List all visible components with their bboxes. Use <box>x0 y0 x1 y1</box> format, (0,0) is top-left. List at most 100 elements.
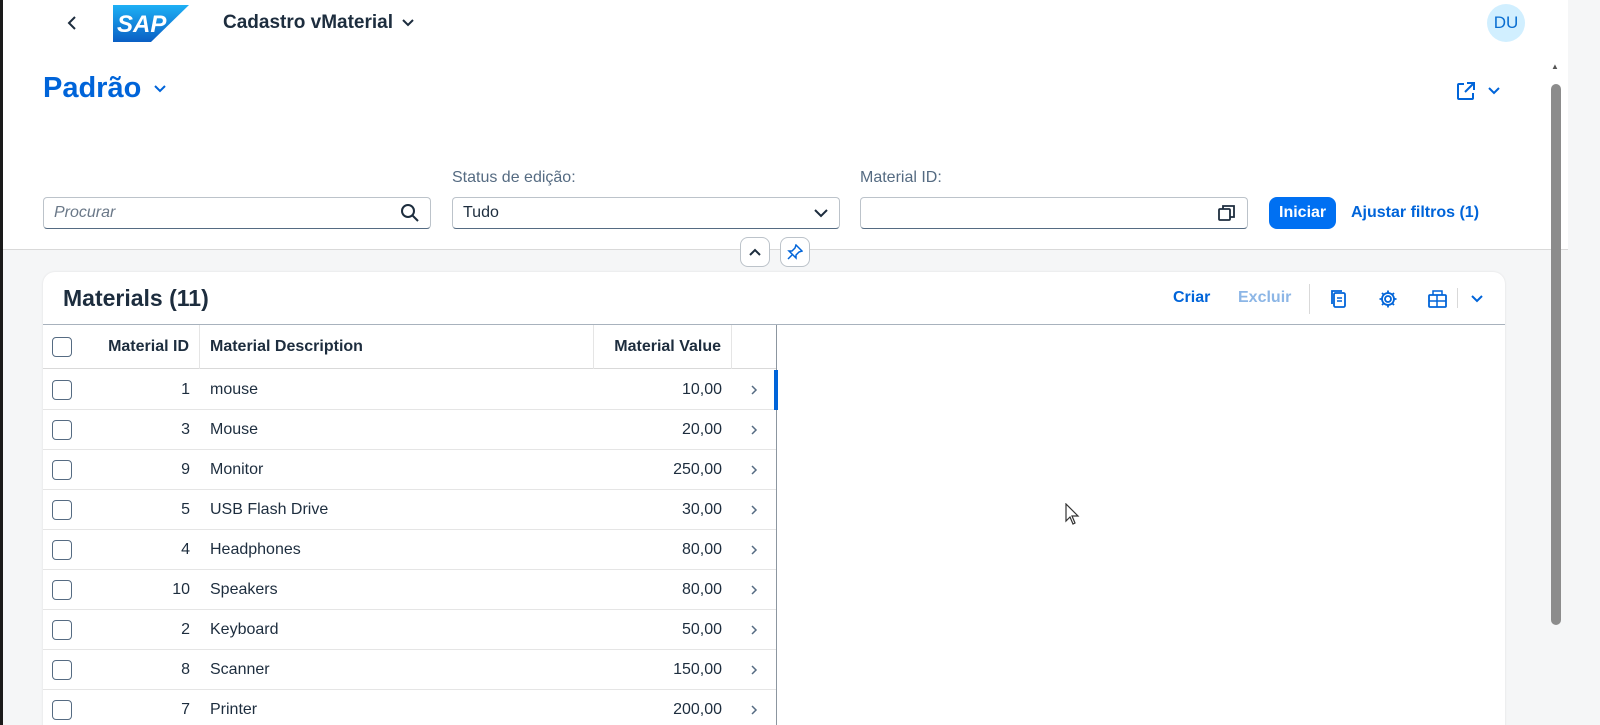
sap-logo: SAP <box>113 5 189 42</box>
row-navigation[interactable] <box>732 544 776 556</box>
table-row[interactable]: 5 USB Flash Drive 30,00 <box>43 490 776 530</box>
scroll-up-arrow-icon[interactable]: ▲ <box>1551 62 1559 71</box>
material-description-cell: USB Flash Drive <box>210 500 329 518</box>
row-select-cell <box>43 419 81 440</box>
app-title-menu[interactable]: Cadastro vMaterial <box>223 12 415 34</box>
material-id-cell: 8 <box>181 660 190 678</box>
material-description-cell: Mouse <box>210 420 259 438</box>
material-id-cell: 10 <box>172 580 190 598</box>
table-row[interactable]: 1 mouse 10,00 <box>43 369 778 410</box>
table-row[interactable]: 8 Scanner 150,00 <box>43 650 776 690</box>
material-description-cell: Keyboard <box>210 620 279 638</box>
scrollbar-thumb[interactable] <box>1551 84 1561 625</box>
go-button[interactable]: Iniciar <box>1269 197 1337 229</box>
chevron-right-icon <box>751 704 758 715</box>
row-navigation[interactable] <box>732 584 776 596</box>
material-id-cell: 4 <box>181 540 190 558</box>
materials-table: Material ID Material Description Materia… <box>43 324 1505 725</box>
header-controls <box>740 237 810 267</box>
status-filter-select[interactable]: Tudo <box>452 197 840 229</box>
avatar[interactable]: DU <box>1487 4 1525 42</box>
row-checkbox[interactable] <box>52 499 72 520</box>
row-checkbox[interactable] <box>52 619 72 640</box>
value-help-icon[interactable] <box>1217 203 1237 223</box>
search-placeholder: Procurar <box>54 204 116 221</box>
row-select-cell <box>43 619 81 640</box>
chevron-right-icon <box>751 424 758 435</box>
chevron-down-icon <box>1471 295 1483 303</box>
adapt-filters-link[interactable]: Ajustar filtros (1) <box>1351 204 1479 222</box>
chevron-right-icon <box>751 584 758 595</box>
material-description-cell: Headphones <box>210 540 301 558</box>
row-select-cell <box>43 659 81 680</box>
delete-button[interactable]: Excluir <box>1238 289 1291 307</box>
material-description-cell: Scanner <box>210 660 270 678</box>
row-navigation[interactable] <box>732 664 776 676</box>
chevron-right-icon <box>751 504 758 515</box>
column-header-value[interactable]: Material Value <box>594 324 732 369</box>
row-checkbox[interactable] <box>52 419 72 440</box>
material-value-cell: 150,00 <box>673 660 722 678</box>
pin-header-button[interactable] <box>780 237 810 267</box>
row-checkbox[interactable] <box>52 379 72 400</box>
table-row[interactable]: 7 Printer 200,00 <box>43 690 776 725</box>
search-icon <box>401 204 419 222</box>
column-header-material-id[interactable]: Material ID <box>81 324 200 369</box>
row-checkbox[interactable] <box>52 659 72 680</box>
row-navigation[interactable] <box>732 504 776 516</box>
export-menu-button[interactable] <box>1465 287 1489 311</box>
materials-table-card: Materials (11) Criar Excluir Material ID… <box>43 272 1505 725</box>
variant-selector[interactable]: Padrão <box>43 72 167 105</box>
material-id-cell: 1 <box>181 380 190 398</box>
page-header: Padrão Procurar Status de edição: Tudo M… <box>3 46 1568 250</box>
copy-button[interactable] <box>1327 287 1351 311</box>
table-row[interactable]: 10 Speakers 80,00 <box>43 570 776 610</box>
material-value-cell: 20,00 <box>681 420 722 438</box>
chevron-down-icon <box>402 19 414 27</box>
table-row[interactable]: 9 Monitor 250,00 <box>43 450 776 490</box>
row-checkbox[interactable] <box>52 579 72 600</box>
row-select-cell <box>43 459 81 480</box>
pin-icon <box>787 244 803 260</box>
chevron-right-icon <box>751 544 758 555</box>
row-checkbox[interactable] <box>52 539 72 560</box>
row-select-cell <box>43 539 81 560</box>
settings-button[interactable] <box>1376 287 1400 311</box>
table-row[interactable]: 2 Keyboard 50,00 <box>43 610 776 650</box>
create-button[interactable]: Criar <box>1173 289 1210 307</box>
back-button[interactable] <box>61 10 85 36</box>
row-navigation[interactable] <box>732 384 776 396</box>
variant-title: Padrão <box>43 72 142 104</box>
row-navigation[interactable] <box>732 424 776 436</box>
chevron-up-icon <box>749 248 761 256</box>
material-description-cell: mouse <box>210 380 259 398</box>
collapse-header-button[interactable] <box>740 237 770 267</box>
row-navigation[interactable] <box>732 464 776 476</box>
share-button[interactable] <box>1455 80 1501 102</box>
material-id-input[interactable] <box>860 197 1248 229</box>
chevron-right-icon <box>751 464 758 475</box>
material-id-cell: 2 <box>181 620 190 638</box>
gear-icon <box>1379 290 1397 308</box>
table-row[interactable]: 4 Headphones 80,00 <box>43 530 776 570</box>
material-description-cell: Monitor <box>210 460 264 478</box>
row-checkbox[interactable] <box>52 699 72 720</box>
chevron-down-icon <box>814 209 828 218</box>
material-value-cell: 200,00 <box>673 700 722 718</box>
table-row[interactable]: 3 Mouse 20,00 <box>43 410 776 450</box>
material-filter-label: Material ID: <box>860 169 942 186</box>
row-navigation[interactable] <box>732 624 776 636</box>
row-navigation[interactable] <box>732 704 776 716</box>
page-scrollbar[interactable]: ▲ <box>1548 62 1564 627</box>
export-button[interactable] <box>1426 287 1450 311</box>
row-checkbox[interactable] <box>52 459 72 480</box>
toolbar-separator <box>1457 288 1458 308</box>
row-selection-indicator <box>774 369 778 410</box>
search-input[interactable]: Procurar <box>43 197 431 229</box>
select-all-checkbox[interactable] <box>52 336 72 357</box>
material-value-cell: 80,00 <box>681 540 722 558</box>
column-header-description[interactable]: Material Description <box>200 324 594 369</box>
app-window: SAP Cadastro vMaterial DU Padrão Procura… <box>0 0 1568 725</box>
export-spreadsheet-icon <box>1428 290 1447 308</box>
copy-icon <box>1331 290 1346 308</box>
